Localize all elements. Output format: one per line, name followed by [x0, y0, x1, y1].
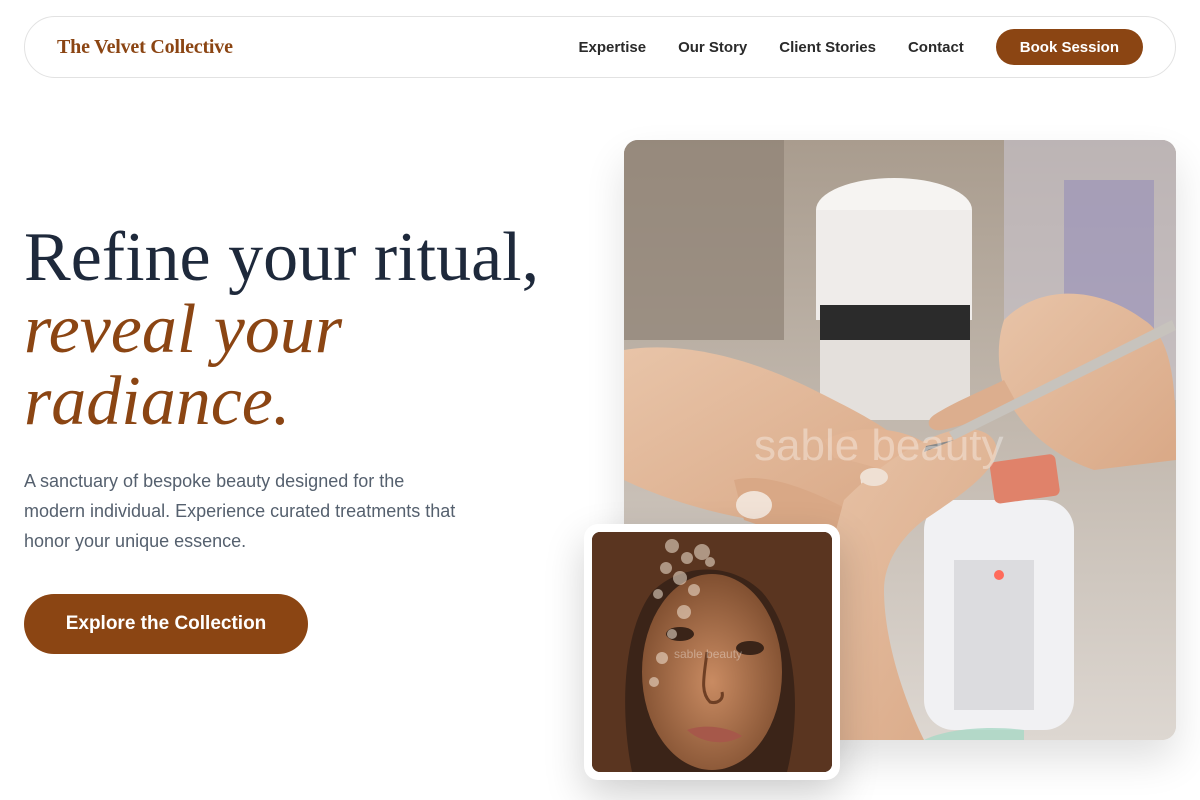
book-session-button[interactable]: Book Session: [995, 29, 1143, 65]
explore-collection-button[interactable]: Explore the Collection: [24, 594, 308, 654]
portrait-image: sable beauty: [592, 532, 832, 772]
nav-link-client-stories[interactable]: Client Stories: [779, 39, 876, 56]
nav-link-expertise[interactable]: Expertise: [579, 39, 647, 56]
svg-text:sable beauty: sable beauty: [754, 421, 1004, 470]
hero-description: A sanctuary of bespoke beauty designed f…: [24, 471, 456, 551]
nav-link-contact[interactable]: Contact: [908, 39, 964, 56]
brand-logo[interactable]: The Velvet Collective: [57, 36, 233, 59]
portrait-illustration: sable beauty: [592, 532, 832, 772]
top-navigation: The Velvet Collective Expertise Our Stor…: [24, 16, 1176, 78]
headline-line-3: radiance.: [24, 363, 291, 440]
headline-line-1: Refine your ritual,: [24, 219, 540, 296]
inset-photo-card: sable beauty: [584, 524, 840, 780]
nav-links: Expertise Our Story Client Stories Conta…: [547, 29, 1143, 65]
nav-link-our-story[interactable]: Our Story: [678, 39, 747, 56]
svg-text:sable beauty: sable beauty: [674, 647, 742, 661]
hero-headline: Refine your ritual, reveal your radiance…: [24, 222, 604, 438]
headline-line-2: reveal your: [24, 291, 343, 368]
